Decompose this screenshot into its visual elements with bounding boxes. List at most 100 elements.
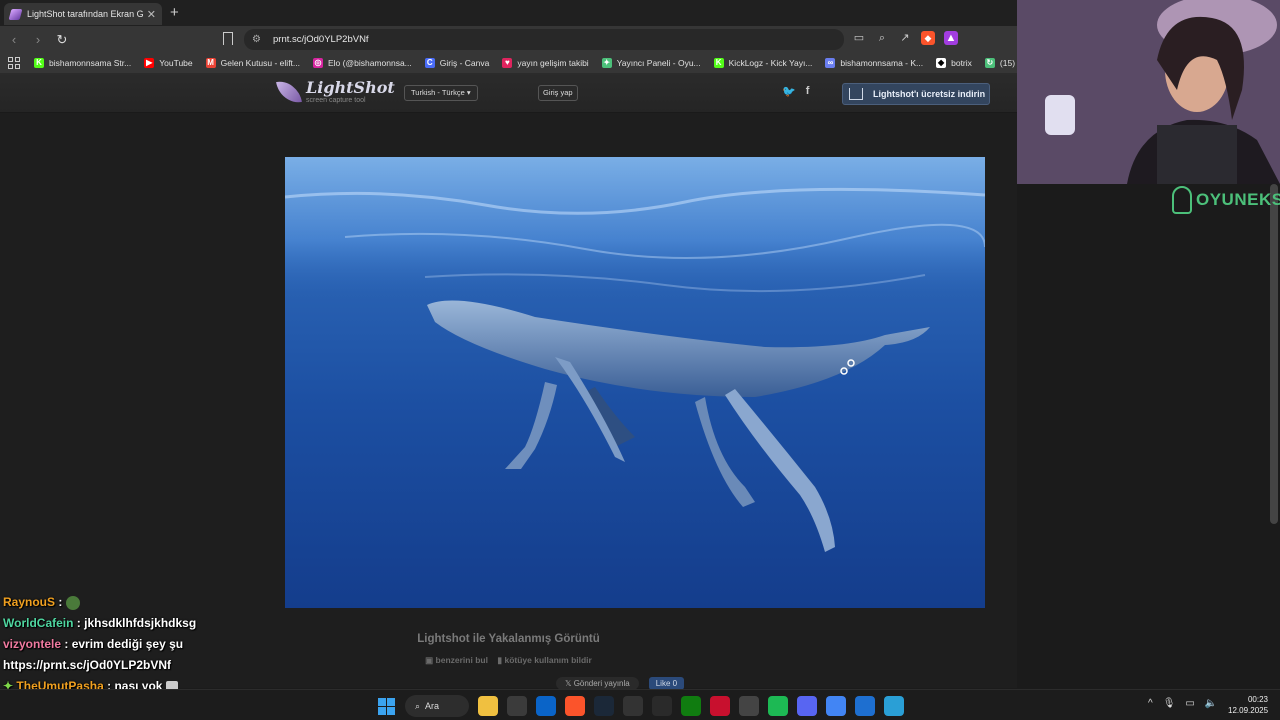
bookmark-item[interactable]: K KickLogz - Kick Yayı... [713, 58, 813, 68]
share-icon[interactable]: ↗ [898, 31, 912, 45]
discord-icon[interactable] [797, 696, 817, 716]
brave-icon[interactable] [565, 696, 585, 716]
bookmark-icon[interactable] [223, 32, 233, 45]
epic-games-icon[interactable] [623, 696, 643, 716]
bookmark-label: Gelen Kutusu - elift... [220, 58, 300, 68]
outlook-icon[interactable] [536, 696, 556, 716]
reload-icon[interactable]: ↻ [52, 32, 72, 48]
whale-with-legs-image [285, 157, 985, 552]
taskbar: ⌕ Ara ^ 🎙 ▭ 🔈 00:23 12.09.2025 [0, 689, 1280, 720]
bookmark-favicon-icon: ◎ [313, 58, 323, 68]
obs-icon[interactable] [652, 696, 672, 716]
bookmark-item[interactable]: M Gelen Kutusu - elift... [205, 58, 300, 68]
back-icon[interactable]: ‹ [4, 32, 24, 47]
bookmark-item[interactable]: ↻ (15) Dashboard / Str... [984, 58, 1017, 68]
bookmark-item[interactable]: ♥ yayın gelişim takibi [502, 58, 589, 68]
new-tab-icon[interactable]: + [170, 4, 179, 21]
screenshot-image [285, 157, 985, 608]
tab-bar: LightShot tarafından Ekran Görü ✕ + [0, 0, 1017, 26]
address-toolbar: ‹ › ↻ ⚙ prnt.sc/jOd0YLP2bVNf ▭ ⌕ ↗ ◆ ▲ [0, 26, 1017, 53]
chat-message: RaynouS : [3, 592, 303, 613]
chat-username: vizyontele [3, 637, 62, 651]
bookmark-item[interactable]: ∞ bishamonnsama - K... [825, 58, 923, 68]
bookmark-label: YouTube [159, 58, 193, 68]
bookmark-label: Elo (@bishamonnsa... [328, 58, 412, 68]
download-label: Lightshot'ı ücretsiz indirin [873, 89, 986, 99]
time: 00:23 [1247, 695, 1268, 704]
bookmark-label: KickLogz - Kick Yayı... [728, 58, 813, 68]
bookmark-favicon-icon: M [205, 58, 216, 68]
bookmark-favicon-icon: K [34, 58, 44, 68]
scrollbar[interactable] [1270, 184, 1278, 524]
microphone-icon[interactable]: 🎙 [1163, 698, 1176, 709]
lightshot-header: LightShot screen capture tool Turkish - … [0, 73, 1017, 113]
tray-chevron-icon[interactable]: ^ [1148, 698, 1153, 709]
volume-icon[interactable]: 🔈 [1205, 698, 1217, 709]
lightshot-logo[interactable]: LightShot screen capture tool [276, 77, 395, 106]
brave-shields-icon[interactable]: ◆ [921, 31, 935, 45]
brave-rewards-icon[interactable]: ▲ [944, 31, 958, 45]
store-icon[interactable] [507, 696, 527, 716]
system-tray: ^ 🎙 ▭ 🔈 [1148, 698, 1217, 709]
app-icon[interactable] [855, 696, 875, 716]
facebook-icon[interactable]: f [806, 85, 810, 98]
social-links: 🐦 f [782, 85, 809, 98]
close-tab-icon[interactable]: ✕ [147, 8, 156, 21]
zoom-icon[interactable]: ⌕ [875, 31, 889, 45]
bookmark-item[interactable]: ▶ YouTube [144, 58, 193, 68]
webcam-overlay [1017, 0, 1280, 184]
bookmark-item[interactable]: ◆ botrix [936, 58, 972, 68]
feather-icon [276, 78, 302, 106]
address-bar[interactable]: ⚙ prnt.sc/jOd0YLP2bVNf [244, 29, 844, 50]
clock[interactable]: 00:23 12.09.2025 [1228, 694, 1268, 716]
logo-subtitle: screen capture tool [306, 96, 366, 104]
file-explorer-icon[interactable] [478, 696, 498, 716]
bookmark-item[interactable]: Kbishamonnsama Str... [34, 58, 131, 68]
x-icon: 𝕏 [565, 679, 572, 688]
steam-icon[interactable] [594, 696, 614, 716]
apps-icon[interactable] [8, 57, 20, 69]
bookmarks-bar: Kbishamonnsama Str... ▶ YouTube M Gelen Kutu… [0, 53, 1017, 73]
toolbar-icons: ▭ ⌕ ↗ ◆ ▲ [852, 31, 958, 45]
report-abuse-link[interactable]: kötüye kullanım bildir [504, 655, 591, 665]
globe-icon[interactable] [884, 696, 904, 716]
bookmark-label: bishamonnsama Str... [49, 58, 132, 68]
chat-message: vizyontele : evrim dediği şey şu [3, 637, 184, 651]
taskbar-search[interactable]: ⌕ Ara [405, 695, 469, 717]
bookmark-favicon-icon: ↻ [984, 58, 995, 68]
bookmark-label: bishamonnsama - K... [840, 58, 924, 68]
search-label: Ara [425, 701, 440, 711]
tab-title: LightShot tarafından Ekran Görü [27, 9, 143, 19]
find-similar-link[interactable]: benzerini bul [436, 655, 488, 665]
twitter-icon[interactable]: 🐦 [782, 85, 796, 98]
network-icon[interactable]: ▭ [1185, 698, 1194, 709]
chat-overlay: RaynouS : WorldCafein : jkhsdklhfdsjkhdk… [3, 592, 303, 697]
brand-name: OYUNEKS [1196, 190, 1280, 209]
spotify-icon[interactable] [768, 696, 788, 716]
chat-message-continuation: https://prnt.sc/jOd0YLP2bVNf [3, 658, 172, 672]
bookmark-favicon-icon: ◆ [936, 58, 947, 68]
bookmark-item[interactable]: ◎ Elo (@bishamonnsa... [313, 58, 412, 68]
chat-message: WorldCafein : jkhsdklhfdsjkhdksg [3, 616, 197, 630]
settings-icon[interactable] [739, 696, 759, 716]
trash-icon: ▮ [497, 655, 503, 665]
download-button[interactable]: Lightshot'ı ücretsiz indirin [842, 83, 990, 105]
camera-icon: ▣ [425, 655, 434, 665]
logo-name: LightShot [306, 77, 395, 97]
bookmark-favicon-icon: C [424, 58, 435, 68]
bookmark-item[interactable]: C Giriş - Canva [424, 58, 490, 68]
chrome-icon[interactable] [826, 696, 846, 716]
browser-tab[interactable]: LightShot tarafından Ekran Görü ✕ [4, 3, 162, 25]
forward-icon[interactable]: › [28, 32, 48, 47]
download-icon [849, 88, 863, 100]
bookmark-item[interactable]: ✦ Yayıncı Paneli - Oyu... [601, 58, 701, 68]
login-button[interactable]: Giriş yap [538, 85, 578, 101]
language-select[interactable]: Turkish - Türkçe ▾ [404, 85, 478, 101]
bookmark-label: Giriş - Canva [439, 58, 490, 68]
cast-icon[interactable]: ▭ [852, 31, 866, 45]
rog-icon[interactable] [710, 696, 730, 716]
xbox-icon[interactable] [681, 696, 701, 716]
bookmark-favicon-icon: ▶ [144, 58, 155, 68]
start-icon[interactable] [376, 696, 396, 716]
site-info-icon[interactable]: ⚙ [252, 34, 264, 45]
